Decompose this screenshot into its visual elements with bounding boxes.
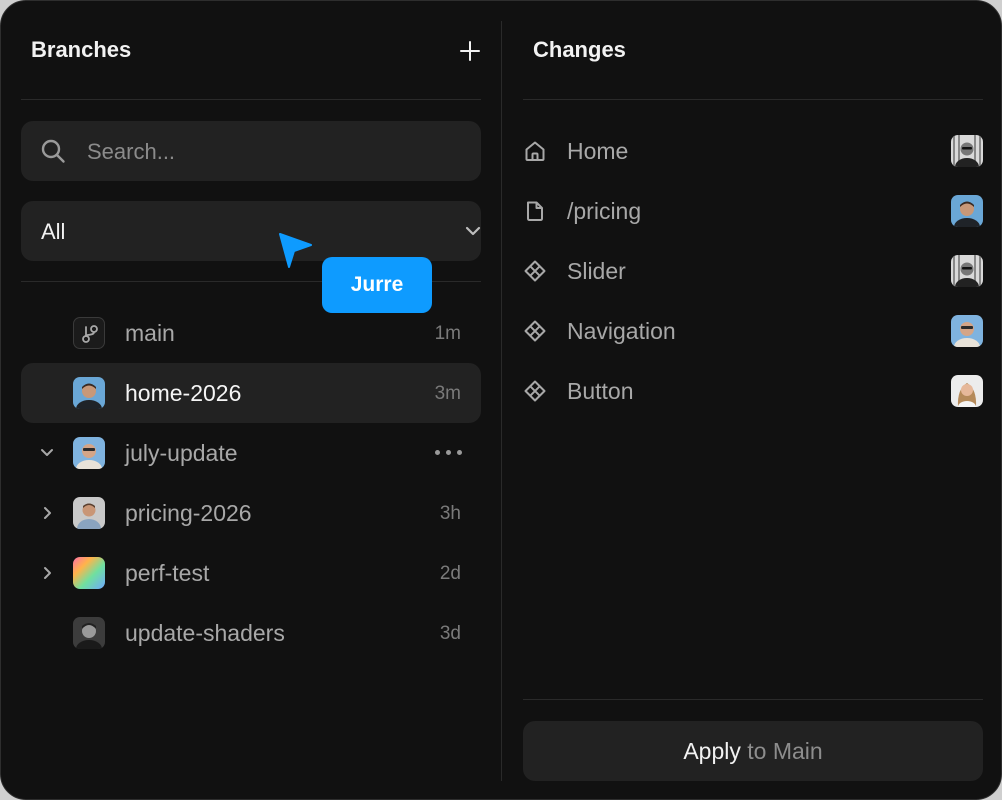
branch-item-july-update[interactable]: july-update (21, 423, 481, 483)
user-avatar (73, 377, 105, 409)
branches-title: Branches (31, 37, 132, 62)
branch-time: 2d (439, 563, 461, 584)
change-item-navigation[interactable]: Navigation (523, 301, 983, 361)
user-avatar (951, 375, 983, 407)
branch-name: pricing-2026 (125, 500, 252, 526)
change-item-slider[interactable]: Slider (523, 241, 983, 301)
branch-name: home-2026 (125, 380, 242, 406)
branch-time: 3m (434, 383, 461, 404)
apply-label: Apply (683, 738, 741, 764)
branch-filter-value: All (41, 219, 66, 244)
collaborator-cursor-icon (279, 233, 312, 268)
changes-header-divider (523, 99, 983, 100)
user-avatar (73, 437, 105, 469)
branch-time: 1m (434, 323, 461, 344)
changes-footer-divider (523, 699, 983, 700)
change-label: Navigation (567, 318, 676, 344)
branch-time: 3h (439, 503, 461, 524)
change-label: Button (567, 378, 634, 404)
user-avatar (73, 617, 105, 649)
chevron-down-icon (465, 226, 481, 236)
git-branch-icon (73, 317, 105, 349)
branch-time: 3d (439, 623, 461, 644)
gradient-avatar (73, 557, 105, 589)
chevron-right-icon[interactable] (39, 565, 55, 581)
collaborator-cursor-label: Jurre (322, 257, 432, 313)
search-icon (41, 139, 65, 163)
user-avatar (951, 315, 983, 347)
apply-target-label: to Main (747, 738, 823, 764)
change-item-pricing[interactable]: /pricing (523, 181, 983, 241)
changes-title: Changes (533, 37, 626, 62)
search-input[interactable] (85, 121, 469, 183)
search-field[interactable] (21, 121, 481, 183)
panel-divider (501, 21, 502, 781)
change-item-home[interactable]: Home (523, 121, 983, 181)
user-avatar (951, 135, 983, 167)
chevron-right-icon[interactable] (39, 505, 55, 521)
branch-filter-dropdown[interactable]: All (21, 201, 481, 261)
user-avatar (951, 255, 983, 287)
branch-name: july-update (125, 440, 238, 466)
branches-window: Branches All main 1m (0, 0, 1002, 800)
user-avatar (951, 195, 983, 227)
page-icon (527, 201, 543, 221)
branch-item-pricing-2026[interactable]: pricing-2026 3h (21, 483, 481, 543)
component-icon (524, 260, 546, 282)
change-item-button[interactable]: Button (523, 361, 983, 421)
branch-item-perf-test[interactable]: perf-test 2d (21, 543, 481, 603)
home-icon (525, 141, 545, 161)
branch-item-update-shaders[interactable]: update-shaders 3d (21, 603, 481, 663)
chevron-down-icon[interactable] (39, 445, 55, 461)
component-icon (524, 320, 546, 342)
more-options-icon[interactable] (435, 450, 463, 458)
component-icon (524, 380, 546, 402)
branches-header-divider (21, 99, 481, 100)
change-label: Slider (567, 258, 626, 284)
change-label: Home (567, 138, 629, 164)
apply-to-main-button[interactable]: Apply to Main (523, 721, 983, 781)
branch-item-home-2026[interactable]: home-2026 3m (21, 363, 481, 423)
change-label: /pricing (567, 198, 642, 224)
branch-name: update-shaders (125, 620, 285, 646)
user-avatar (73, 497, 105, 529)
branch-name: main (125, 320, 175, 346)
add-branch-button[interactable] (457, 38, 483, 64)
branch-name: perf-test (125, 560, 210, 586)
